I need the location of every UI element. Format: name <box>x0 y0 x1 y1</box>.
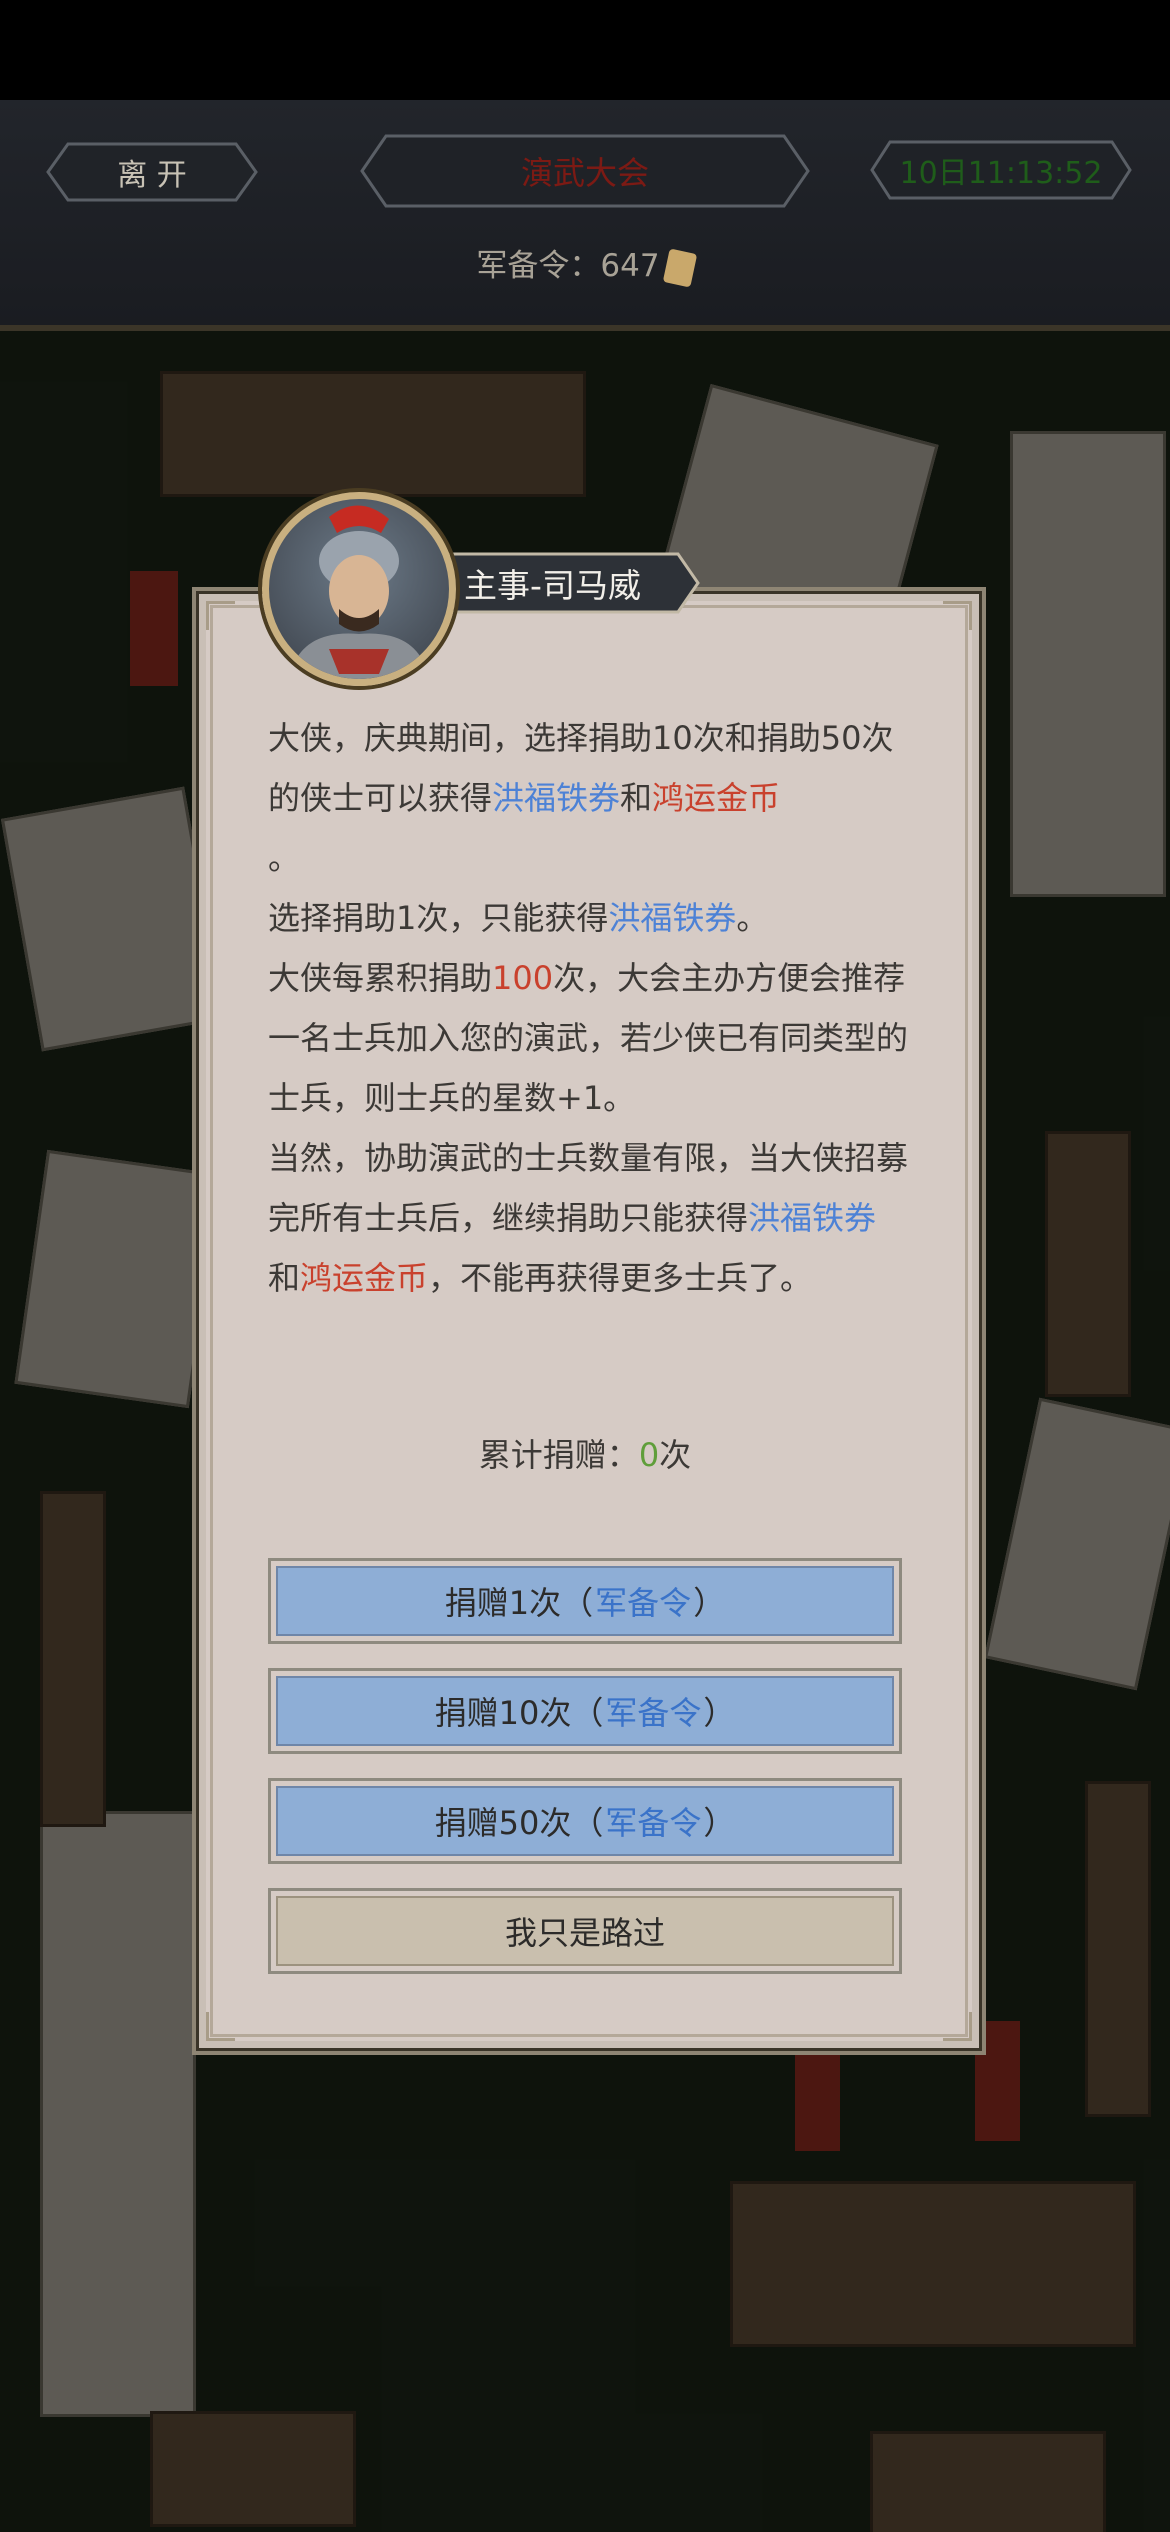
total-label: 累计捐赠： <box>478 1436 639 1474</box>
dialog-paragraph-1: 大侠，庆典期间，选择捐助10次和捐助50次的侠士可以获得洪福铁券和鸿运金币。 <box>268 708 908 888</box>
currency-label: 军备令 <box>605 1804 702 1842</box>
dialog-paragraph-4: 当然，协助演武的士兵数量有限，当大侠招募完所有士兵后，继续捐助只能获得洪福铁券和… <box>268 1128 908 1308</box>
button-label: 捐赠50次（ <box>434 1804 604 1842</box>
donate-1-button[interactable]: 捐赠1次（ 军备令） <box>268 1558 902 1644</box>
para3-text: 大侠每累积捐助 <box>268 959 493 997</box>
top-bar: 离 开 演武大会 10日11:13:52 <box>0 100 1170 331</box>
button-label: 我只是路过 <box>504 1914 665 1952</box>
total-donations: 累计捐赠：0次 <box>192 1430 978 1476</box>
donate-10-button[interactable]: 捐赠10次（ 军备令） <box>268 1668 902 1754</box>
resource-counter: 军备令：647 <box>0 240 1170 288</box>
reward-iron-voucher: 洪福铁券 <box>492 779 621 817</box>
button-label-suffix: ） <box>693 1584 726 1622</box>
leave-button[interactable]: 离 开 <box>34 142 270 202</box>
para4-conjunction: 和 <box>268 1259 301 1297</box>
reward-iron-voucher: 洪福铁券 <box>748 1199 877 1237</box>
just-passing-button[interactable]: 我只是路过 <box>268 1888 902 1974</box>
npc-name: 主事-司马威 <box>464 566 641 605</box>
donate-50-button[interactable]: 捐赠50次（ 军备令） <box>268 1778 902 1864</box>
currency-label: 军备令 <box>595 1584 692 1622</box>
dialog-paragraph-2: 选择捐助1次，只能获得洪福铁券。 <box>268 888 908 948</box>
npc-portrait-avatar <box>262 492 456 686</box>
donation-threshold: 100 <box>492 959 554 997</box>
resource-label: 军备令：647 <box>476 248 660 284</box>
event-title-banner: 演武大会 <box>352 133 818 209</box>
button-label-suffix: ） <box>703 1804 736 1842</box>
status-bar <box>0 0 1170 100</box>
leave-label: 离 开 <box>117 158 187 193</box>
para1-end: 。 <box>268 839 301 877</box>
button-label-suffix: ） <box>703 1694 736 1732</box>
para4-end: ，不能再获得更多士兵了。 <box>428 1259 813 1297</box>
npc-nameplate: 主事-司马威 <box>430 550 700 616</box>
timer-badge: 10日11:13:52 <box>862 140 1140 200</box>
para2-text: 选择捐助1次，只能获得 <box>268 899 609 937</box>
total-unit: 次 <box>659 1436 692 1474</box>
timer-text: 10日11:13:52 <box>899 156 1103 191</box>
button-label: 捐赠10次（ <box>434 1694 604 1732</box>
reward-iron-voucher: 洪福铁券 <box>608 899 737 937</box>
reward-gold-coin: 鸿运金币 <box>652 779 781 817</box>
para1-conjunction: 和 <box>620 779 653 817</box>
token-icon <box>662 247 697 288</box>
total-value: 0 <box>638 1436 660 1474</box>
button-label: 捐赠1次（ <box>444 1584 594 1622</box>
currency-label: 军备令 <box>605 1694 702 1732</box>
para2-end: 。 <box>736 899 769 937</box>
dialog-paragraph-3: 大侠每累积捐助100次，大会主办方便会推荐一名士兵加入您的演武，若少侠已有同类型… <box>268 948 908 1128</box>
event-title: 演武大会 <box>520 154 649 192</box>
reward-gold-coin: 鸿运金币 <box>300 1259 429 1297</box>
